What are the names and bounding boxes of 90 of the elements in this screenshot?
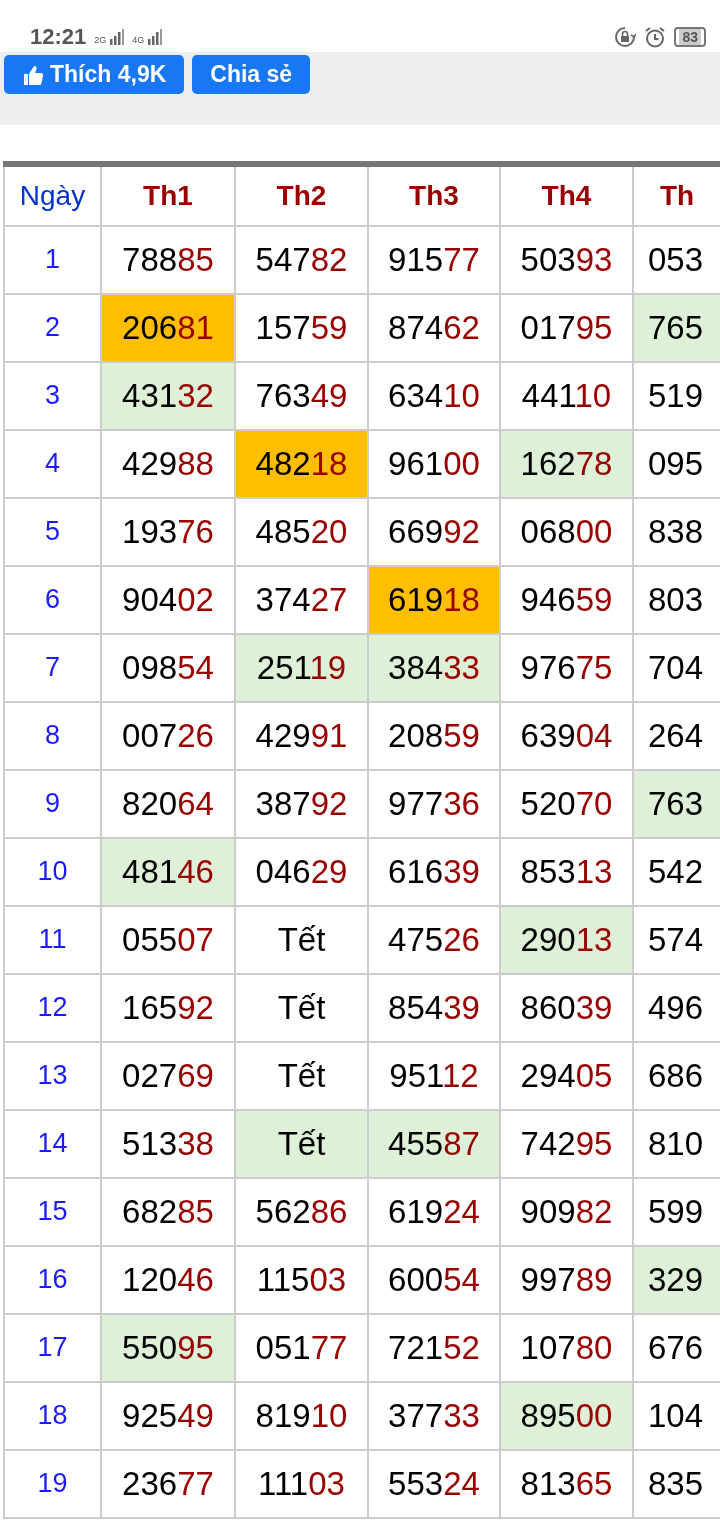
result-cell: 55095 bbox=[101, 1314, 235, 1382]
result-cell: 38792 bbox=[235, 770, 368, 838]
battery-indicator: 83 bbox=[674, 27, 706, 47]
thumbs-up-icon bbox=[22, 63, 44, 86]
result-cell: 50393 bbox=[500, 226, 633, 294]
result-cell: 63410 bbox=[368, 362, 500, 430]
signal-icon bbox=[148, 29, 163, 45]
result-cell: 765 bbox=[633, 294, 720, 362]
result-cell: 48520 bbox=[235, 498, 368, 566]
day-number: 12 bbox=[4, 974, 101, 1042]
result-cell: 68285 bbox=[101, 1178, 235, 1246]
network-label: 4G bbox=[132, 35, 145, 45]
signal-icon bbox=[110, 29, 125, 45]
result-cell: 86039 bbox=[500, 974, 633, 1042]
result-cell: 38433 bbox=[368, 634, 500, 702]
like-button[interactable]: Thích 4,9K bbox=[4, 55, 185, 94]
result-cell: 74295 bbox=[500, 1110, 633, 1178]
result-cell: 43132 bbox=[101, 362, 235, 430]
result-cell: 60054 bbox=[368, 1246, 500, 1314]
result-cell: 56286 bbox=[235, 1178, 368, 1246]
result-cell: 45587 bbox=[368, 1110, 500, 1178]
result-cell: 97736 bbox=[368, 770, 500, 838]
column-header: Ngày bbox=[4, 164, 101, 226]
result-cell: 02769 bbox=[101, 1042, 235, 1110]
result-cell: 94659 bbox=[500, 566, 633, 634]
result-cell: 23677 bbox=[101, 1450, 235, 1518]
result-cell: 05507 bbox=[101, 906, 235, 974]
result-cell: 29013 bbox=[500, 906, 633, 974]
result-cell: 763 bbox=[633, 770, 720, 838]
day-number: 9 bbox=[4, 770, 101, 838]
result-cell: 85439 bbox=[368, 974, 500, 1042]
result-cell: 48146 bbox=[101, 838, 235, 906]
column-header: Th1 bbox=[101, 164, 235, 226]
share-button[interactable]: Chia sẻ bbox=[192, 55, 311, 94]
result-cell: 329 bbox=[633, 1246, 720, 1314]
column-header: Th4 bbox=[500, 164, 633, 226]
result-cell: 19376 bbox=[101, 498, 235, 566]
result-cell: Tết bbox=[235, 906, 368, 974]
day-number: 16 bbox=[4, 1246, 101, 1314]
day-number: 6 bbox=[4, 566, 101, 634]
result-cell: 89500 bbox=[500, 1382, 633, 1450]
result-cell: 61639 bbox=[368, 838, 500, 906]
result-cell: 04629 bbox=[235, 838, 368, 906]
day-number: 19 bbox=[4, 1450, 101, 1518]
day-number: 13 bbox=[4, 1042, 101, 1110]
day-number: 7 bbox=[4, 634, 101, 702]
day-number: 4 bbox=[4, 430, 101, 498]
column-header: Th2 bbox=[235, 164, 368, 226]
column-header: Th3 bbox=[368, 164, 500, 226]
result-cell: Tết bbox=[235, 974, 368, 1042]
day-number: 14 bbox=[4, 1110, 101, 1178]
result-cell: 15759 bbox=[235, 294, 368, 362]
result-cell: 81910 bbox=[235, 1382, 368, 1450]
result-cell: 90402 bbox=[101, 566, 235, 634]
result-cell: Tết bbox=[235, 1110, 368, 1178]
result-cell: 20681 bbox=[101, 294, 235, 362]
result-cell: 81365 bbox=[500, 1450, 633, 1518]
result-cell: 48218 bbox=[235, 430, 368, 498]
result-cell: 20859 bbox=[368, 702, 500, 770]
result-cell: 16592 bbox=[101, 974, 235, 1042]
result-cell: 91577 bbox=[368, 226, 500, 294]
result-cell: 87462 bbox=[368, 294, 500, 362]
result-cell: 42991 bbox=[235, 702, 368, 770]
result-cell: 97675 bbox=[500, 634, 633, 702]
day-number: 18 bbox=[4, 1382, 101, 1450]
result-cell: 72152 bbox=[368, 1314, 500, 1382]
rotation-lock-icon bbox=[614, 26, 637, 48]
alarm-clock-icon bbox=[644, 26, 667, 48]
result-cell: 55324 bbox=[368, 1450, 500, 1518]
day-number: 8 bbox=[4, 702, 101, 770]
result-cell: 61924 bbox=[368, 1178, 500, 1246]
result-cell: 06800 bbox=[500, 498, 633, 566]
result-cell: 29405 bbox=[500, 1042, 633, 1110]
day-number: 5 bbox=[4, 498, 101, 566]
network-label: 2G bbox=[94, 35, 107, 45]
result-cell: 11503 bbox=[235, 1246, 368, 1314]
result-cell: 54782 bbox=[235, 226, 368, 294]
result-cell: 92549 bbox=[101, 1382, 235, 1450]
result-cell: 25119 bbox=[235, 634, 368, 702]
result-cell: 61918 bbox=[368, 566, 500, 634]
result-cell: 90982 bbox=[500, 1178, 633, 1246]
day-number: 1 bbox=[4, 226, 101, 294]
clock-time: 12:21 bbox=[30, 23, 87, 51]
result-cell: 00726 bbox=[101, 702, 235, 770]
day-number: 11 bbox=[4, 906, 101, 974]
result-cell: 16278 bbox=[500, 430, 633, 498]
day-number: 15 bbox=[4, 1178, 101, 1246]
result-cell: 11103 bbox=[235, 1450, 368, 1518]
result-cell: 63904 bbox=[500, 702, 633, 770]
result-cell: 05177 bbox=[235, 1314, 368, 1382]
